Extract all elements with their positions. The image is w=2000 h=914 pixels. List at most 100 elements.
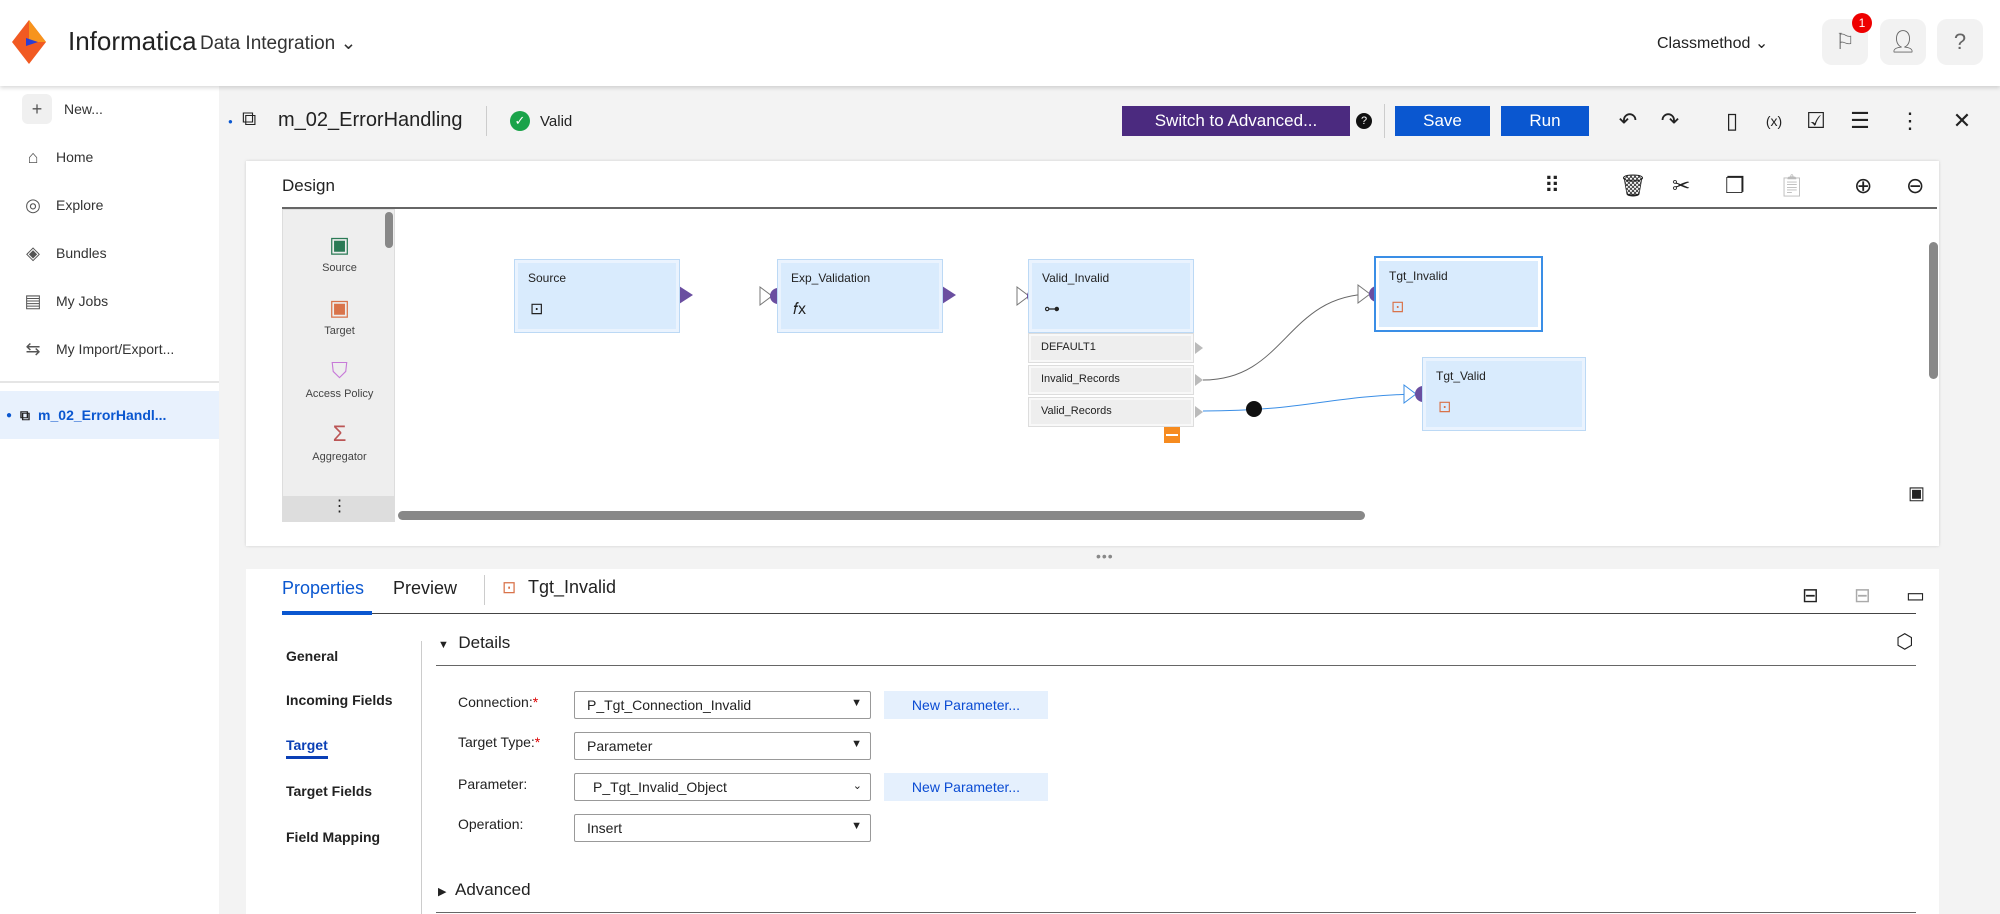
brand-name: Informatica (68, 26, 197, 56)
parameters-icon[interactable]: ▯ (1718, 108, 1746, 134)
target-type-select[interactable]: Parameter ▼ (574, 732, 871, 760)
notification-badge: 1 (1852, 13, 1872, 33)
operation-select[interactable]: Insert ▼ (574, 814, 871, 842)
tab-properties[interactable]: Properties (282, 578, 364, 599)
unsaved-dot: ● (228, 117, 233, 126)
variables-icon[interactable]: (x) (1760, 113, 1788, 129)
divider (436, 912, 1916, 913)
layers-icon: ◈ (26, 242, 40, 263)
properties-icon[interactable]: ☰ (1846, 108, 1874, 134)
divider (1384, 104, 1385, 138)
product-switcher[interactable]: Data Integration ⌄ (200, 32, 356, 55)
nav-target-fields[interactable]: Target Fields (286, 783, 372, 799)
redo-icon[interactable]: ↷ (1656, 108, 1684, 134)
informatica-logo (12, 20, 46, 64)
node-router-valid-invalid[interactable]: Valid_Invalid ⊶ (1028, 259, 1194, 333)
flag-icon: ⚐ (1835, 29, 1855, 54)
help-icon[interactable]: ? (1356, 113, 1372, 129)
chevron-down-icon: ⌄ (340, 33, 357, 54)
user-icon: 👤︎ (1889, 29, 1917, 54)
details-section-toggle[interactable]: ▼ Details (438, 633, 510, 653)
output-port (942, 286, 956, 304)
import-export-icon: ⇆ (25, 338, 41, 359)
node-tgt-invalid[interactable]: Tgt_Invalid ⊡ (1374, 256, 1543, 332)
node-source[interactable]: Source ⊡ (514, 259, 680, 333)
jobs-icon: ▤ (24, 290, 42, 311)
router-group-valid-records[interactable]: Valid_Records (1028, 397, 1194, 427)
operation-label: Operation: (458, 816, 524, 832)
org-switcher[interactable]: Classmethod ⌄ (1657, 33, 1768, 53)
sidebar-item-home[interactable]: ⌂ Home (22, 142, 94, 172)
new-parameter-object-button[interactable]: New Parameter... (884, 773, 1048, 801)
save-button[interactable]: Save (1395, 106, 1490, 136)
divider (282, 613, 1916, 614)
tab-preview[interactable]: Preview (393, 578, 457, 599)
dock-bottom-icon[interactable]: ⊟ (1802, 583, 1819, 608)
help-icon: ? (1953, 29, 1967, 54)
close-icon[interactable]: ✕ (1948, 108, 1976, 134)
output-port (679, 286, 693, 304)
validation-status: Valid (540, 113, 573, 130)
valid-check-icon: ✓ (510, 111, 530, 131)
node-exp-validation[interactable]: Exp_Validation 𝑓x (777, 259, 943, 333)
refresh-metadata-icon[interactable]: ⬡ (1896, 629, 1913, 654)
panel-resize-handle[interactable]: ••• (1096, 548, 1114, 564)
router-group-default1[interactable]: DEFAULT1 (1028, 333, 1194, 363)
nav-general[interactable]: General (286, 648, 338, 664)
validate-icon[interactable]: ☑ (1802, 108, 1830, 134)
target-type-label: Target Type:* (458, 734, 541, 750)
new-parameter-connection-button[interactable]: New Parameter... (884, 691, 1048, 719)
divider (486, 106, 487, 136)
mapping-icon: ⧉ (20, 406, 31, 423)
switch-to-advanced-button[interactable]: Switch to Advanced... (1122, 106, 1350, 136)
divider (484, 575, 485, 605)
sidebar-item-import-export[interactable]: ⇆ My Import/Export... (22, 334, 174, 364)
advanced-section-toggle[interactable]: ▶ Advanced (438, 880, 531, 900)
minimap-icon[interactable]: ▣ (1908, 483, 1925, 504)
sidebar: + New... ⌂ Home ◎ Explore ◈ Bundles ▤ My Jobs… (0, 86, 219, 914)
target-icon: ⊡ (1391, 299, 1405, 316)
sidebar-item-bundles[interactable]: ◈ Bundles (22, 238, 107, 268)
sidebar-item-my-jobs[interactable]: ▤ My Jobs (22, 286, 108, 316)
more-options-icon[interactable]: ⋮ (1896, 108, 1924, 134)
properties-panel: Properties Preview ⊡ Tgt_Invalid ⊟ ⊟ ▭ G… (246, 569, 1939, 914)
vertical-scrollbar[interactable] (1929, 242, 1938, 379)
divider (436, 665, 1916, 666)
active-tab-indicator (282, 611, 372, 615)
connection-select[interactable]: P_Tgt_Connection_Invalid ▼ (574, 691, 871, 719)
nav-incoming-fields[interactable]: Incoming Fields (286, 692, 393, 708)
top-header: Informatica Data Integration ⌄ Classmeth… (0, 0, 2000, 86)
split-view-icon: ⊟ (1854, 585, 1871, 607)
sidebar-item-explore[interactable]: ◎ Explore (22, 190, 103, 220)
nav-target[interactable]: Target (286, 737, 328, 759)
undo-icon[interactable]: ↶ (1614, 108, 1642, 134)
source-icon: ⊡ (530, 301, 544, 318)
divider (0, 381, 219, 383)
run-button[interactable]: Run (1501, 106, 1589, 136)
target-icon: ⊡ (1438, 399, 1452, 416)
compass-icon: ◎ (25, 194, 41, 215)
connection-label: Connection:* (458, 694, 539, 710)
maximize-panel-icon[interactable]: ▭ (1906, 583, 1925, 608)
divider (421, 641, 422, 914)
mapping-title: m_02_ErrorHandling (278, 109, 463, 131)
help-button[interactable]: ? (1937, 19, 1983, 65)
link-valid-tgt (1202, 393, 1419, 412)
router-icon: ⊶ (1044, 301, 1060, 318)
horizontal-scrollbar[interactable] (398, 511, 1365, 520)
parameter-label: Parameter: (458, 776, 528, 792)
link-menu-icon (1246, 401, 1262, 417)
target-icon: ⊡ (502, 578, 517, 597)
sidebar-item-open-mapping[interactable]: ● ⧉ m_02_ErrorHandl... (0, 391, 219, 439)
nav-field-mapping[interactable]: Field Mapping (286, 829, 380, 845)
router-group-invalid-records[interactable]: Invalid_Records (1028, 365, 1194, 395)
sidebar-item-new[interactable]: + New... (22, 94, 103, 124)
plus-icon: + (22, 94, 52, 124)
link-invalid-tgt (1202, 293, 1372, 381)
selected-object-name: Tgt_Invalid (528, 577, 617, 597)
user-button[interactable]: 👤︎ (1880, 19, 1926, 65)
parameter-select[interactable]: P_Tgt_Invalid_Object ⌄ (574, 773, 871, 801)
design-panel: Design ⠿ 🗑︎ ✂ ❐ 📋︎ ⊕ ⊖ ▣ Source ▣ Target ⛉… (246, 161, 1939, 546)
node-tgt-valid[interactable]: Tgt_Valid ⊡ (1422, 357, 1586, 431)
home-icon: ⌂ (27, 146, 39, 167)
